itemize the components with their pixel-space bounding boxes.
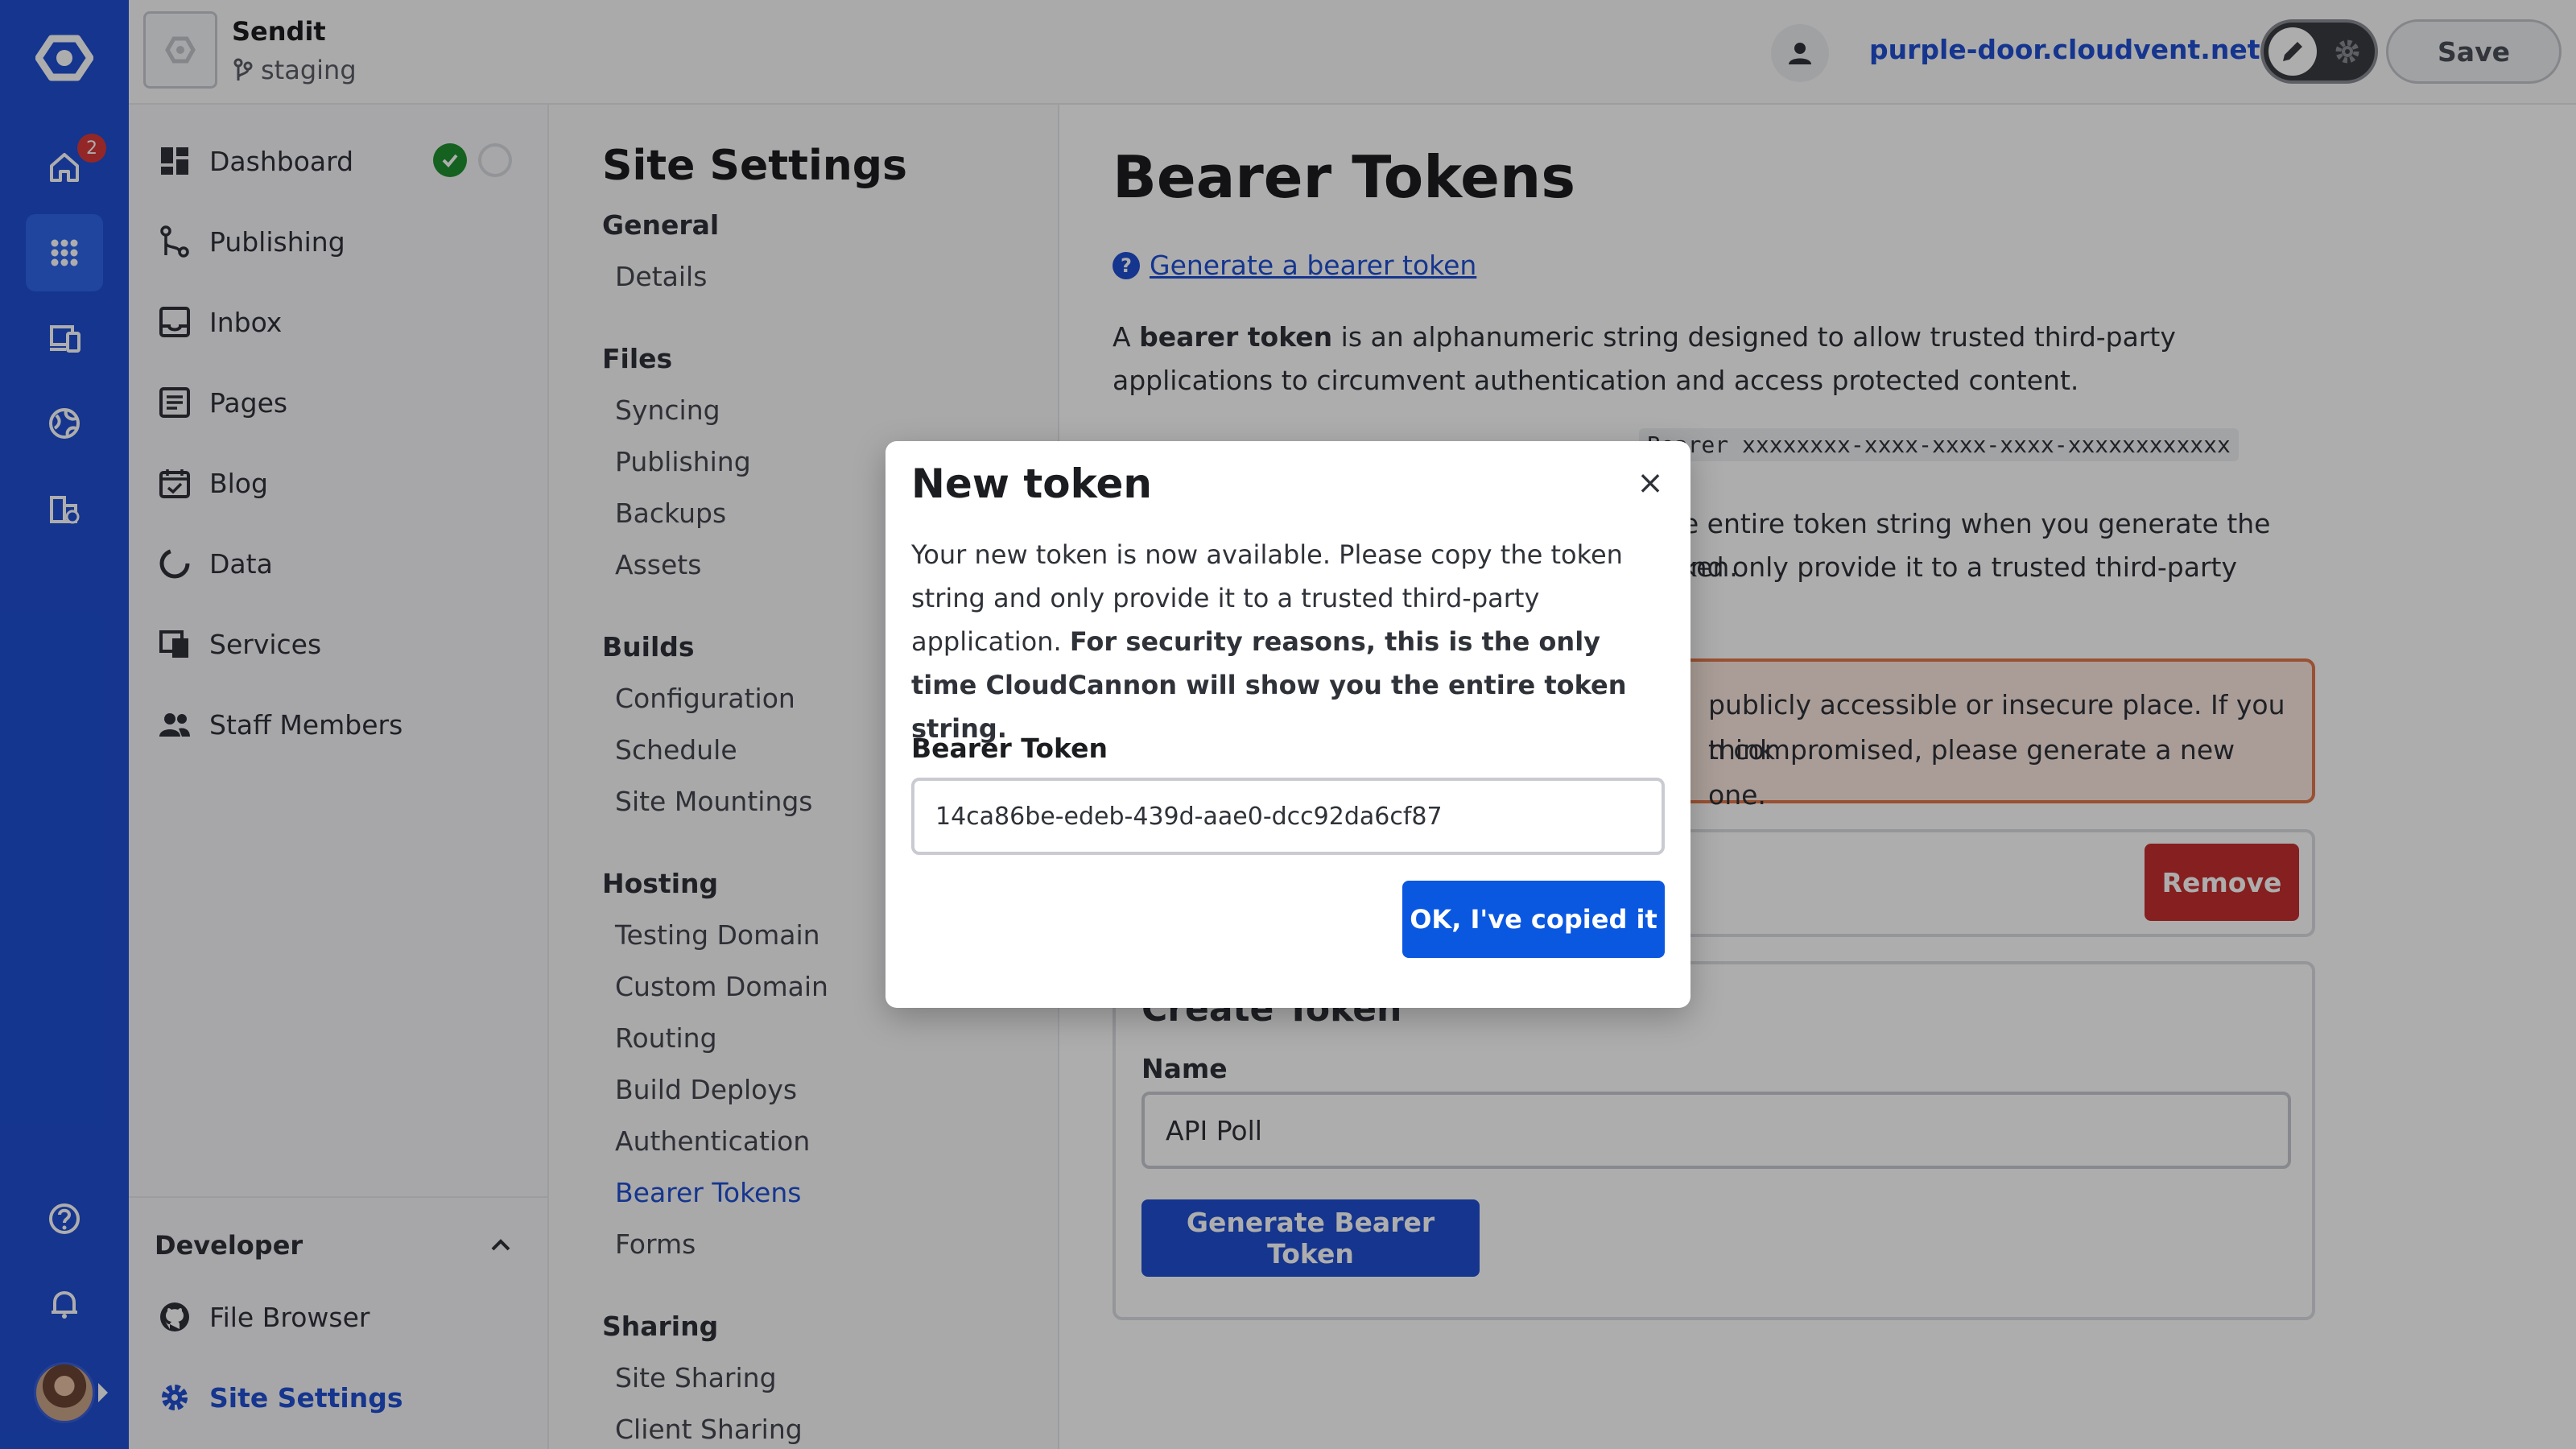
token-field-label: Bearer Token (911, 733, 1108, 764)
dialog-title: New token (911, 460, 1153, 507)
confirm-copied-button[interactable]: OK, I've copied it (1402, 881, 1665, 958)
new-token-dialog: New token × Your new token is now availa… (886, 441, 1690, 1008)
token-value-field[interactable] (911, 778, 1665, 855)
dialog-message: Your new token is now available. Please … (911, 533, 1652, 750)
close-icon[interactable]: × (1631, 464, 1670, 502)
